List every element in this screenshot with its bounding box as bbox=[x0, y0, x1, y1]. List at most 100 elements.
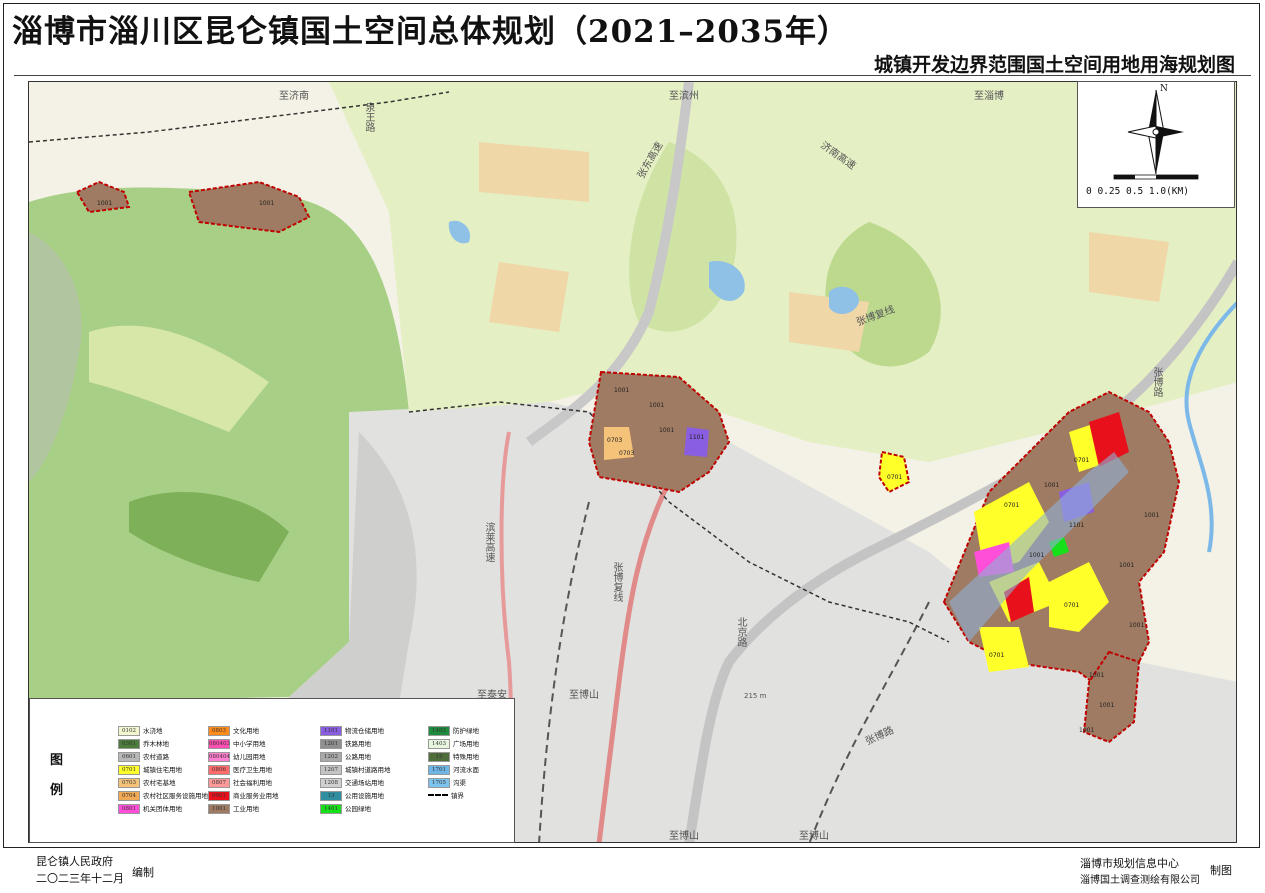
legend-label: 水浇地 bbox=[143, 727, 163, 735]
legend-heading: 例 bbox=[50, 783, 64, 798]
legend-label: 社会福利用地 bbox=[233, 779, 272, 787]
legend-item: 0301 乔木林地 bbox=[118, 739, 169, 749]
village-patch bbox=[479, 142, 589, 202]
legend-label: 铁路用地 bbox=[345, 740, 371, 748]
zone-code: 1001 bbox=[1029, 552, 1045, 559]
place-label: 至博山 bbox=[669, 831, 699, 842]
legend-label: 医疗卫生用地 bbox=[233, 766, 272, 774]
legend-item: 1705 沟渠 bbox=[428, 778, 466, 788]
place-label: 至滨州 bbox=[669, 91, 699, 102]
road-label: 泉王路 bbox=[363, 102, 374, 132]
legend-swatch: 0803 bbox=[208, 726, 230, 736]
legend-swatch: 1208 bbox=[320, 778, 342, 788]
zone-code: 1001 bbox=[97, 200, 113, 207]
legend-item: 0901 商业服务业用地 bbox=[208, 791, 279, 801]
zone-code: 1001 bbox=[1144, 512, 1160, 519]
village-patch bbox=[489, 262, 569, 332]
legend-item: 0703 农村宅基地 bbox=[118, 778, 176, 788]
legend-label: 乔木林地 bbox=[143, 740, 169, 748]
map-subtitle: 城镇开发边界范围国土空间用地用海规划图 bbox=[873, 54, 1235, 76]
legend-heading: 图 bbox=[50, 753, 64, 768]
footer-org-right-1: 淄博市规划信息中心 bbox=[1080, 857, 1179, 870]
legend-item: 0803 文化用地 bbox=[208, 726, 259, 736]
legend-item: 1402 防护绿地 bbox=[428, 726, 479, 736]
legend-item: 1401 公园绿地 bbox=[320, 804, 371, 814]
legend-item: 1701 河流水面 bbox=[428, 765, 479, 775]
road-label: 滨莱高速 bbox=[483, 522, 494, 562]
legend-swatch bbox=[428, 794, 448, 798]
legend-item: 镇界 bbox=[428, 791, 464, 801]
title-separator bbox=[14, 75, 1251, 76]
legend-swatch: 080403 bbox=[208, 739, 230, 749]
legend-swatch: 0301 bbox=[118, 739, 140, 749]
zone-code: 0701 bbox=[1064, 602, 1080, 609]
zone-code: 1001 bbox=[1119, 562, 1135, 569]
legend-item: 0801 机关团体用地 bbox=[118, 804, 182, 814]
legend-item: 1208 交通场站用地 bbox=[320, 778, 384, 788]
legend-label: 城镇住宅用地 bbox=[143, 766, 182, 774]
legend-swatch: 1207 bbox=[320, 765, 342, 775]
legend-swatch: 1705 bbox=[428, 778, 450, 788]
legend-label: 河流水面 bbox=[453, 766, 479, 774]
legend-item: 080403 中小学用地 bbox=[208, 739, 266, 749]
place-label: 至博山 bbox=[569, 690, 599, 701]
legend-item: 1101 物流仓储用地 bbox=[320, 726, 384, 736]
legend-item: 0806 医疗卫生用地 bbox=[208, 765, 272, 775]
legend-label: 交通场站用地 bbox=[345, 779, 384, 787]
zone-code: 1001 bbox=[1044, 482, 1060, 489]
legend-item: 0102 水浇地 bbox=[118, 726, 163, 736]
zone-code: 1001 bbox=[1079, 727, 1095, 734]
zone-code: 1101 bbox=[1069, 522, 1085, 529]
footer-org-right-2: 淄博国土调查测绘有限公司 bbox=[1080, 875, 1200, 886]
legend-item: 13 公用设施用地 bbox=[320, 791, 384, 801]
legend-label: 工业用地 bbox=[233, 805, 259, 813]
legend-swatch: 0801 bbox=[118, 804, 140, 814]
zone-code: 0703 bbox=[619, 450, 635, 457]
north-label: N bbox=[1160, 84, 1168, 94]
legend-swatch: 1402 bbox=[428, 726, 450, 736]
footer-compiled: 编制 bbox=[132, 866, 154, 879]
map-title: 淄博市淄川区昆仑镇国土空间总体规划（2021–2035年） bbox=[12, 14, 850, 50]
legend-swatch: 1201 bbox=[320, 739, 342, 749]
legend-swatch: 0806 bbox=[208, 765, 230, 775]
legend-label: 城镇村道路用地 bbox=[345, 766, 391, 774]
legend-item: 0601 农村道路 bbox=[118, 752, 169, 762]
legend-item: 1001 工业用地 bbox=[208, 804, 259, 814]
legend-swatch: 13 bbox=[320, 791, 342, 801]
legend-swatch: 0901 bbox=[208, 791, 230, 801]
legend-swatch: 0704 bbox=[118, 791, 140, 801]
legend-panel: 图 例 0102 水浇地 0301 乔木林地 0601 农村道路 0701 城镇住宅用地 070… bbox=[29, 698, 515, 843]
road-label: 张博复线 bbox=[611, 562, 622, 602]
scale-bar-text: 0 0.25 0.5 1.0(KM) bbox=[1086, 186, 1189, 197]
legend-label: 机关团体用地 bbox=[143, 805, 182, 813]
zone-code: 1001 bbox=[614, 387, 630, 394]
legend-item: 0704 农村社区服务设施用地 bbox=[118, 791, 208, 801]
legend-swatch: 1101 bbox=[320, 726, 342, 736]
elevation-label: 215 m bbox=[744, 692, 767, 700]
legend-label: 文化用地 bbox=[233, 727, 259, 735]
zone-code: 1101 bbox=[689, 434, 705, 441]
zone-code: 1001 bbox=[1129, 622, 1145, 629]
legend-label: 公用设施用地 bbox=[345, 792, 384, 800]
zone-code: 1001 bbox=[659, 427, 675, 434]
legend-swatch: 0102 bbox=[118, 726, 140, 736]
legend-swatch: 1701 bbox=[428, 765, 450, 775]
legend-label: 农村道路 bbox=[143, 753, 169, 761]
legend-swatch: 0807 bbox=[208, 778, 230, 788]
legend-label: 沟渠 bbox=[453, 779, 466, 787]
zone-code: 0701 bbox=[1074, 457, 1090, 464]
legend-swatch: 1403 bbox=[428, 739, 450, 749]
legend-label: 特殊用地 bbox=[453, 753, 479, 761]
zone-code: 1001 bbox=[259, 200, 275, 207]
place-label: 至淄博 bbox=[974, 91, 1004, 102]
legend-swatch: 1202 bbox=[320, 752, 342, 762]
legend-label: 农村社区服务设施用地 bbox=[143, 792, 208, 800]
legend-item: 0701 城镇住宅用地 bbox=[118, 765, 182, 775]
legend-item: 1403 广场用地 bbox=[428, 739, 479, 749]
village-patch bbox=[1089, 232, 1169, 302]
legend-label: 商业服务业用地 bbox=[233, 792, 279, 800]
legend-swatch: 15 bbox=[428, 752, 450, 762]
legend-item: 1202 公路用地 bbox=[320, 752, 371, 762]
road-label: 北京路 bbox=[735, 617, 746, 647]
footer-org-left: 昆仑镇人民政府 bbox=[36, 855, 113, 868]
